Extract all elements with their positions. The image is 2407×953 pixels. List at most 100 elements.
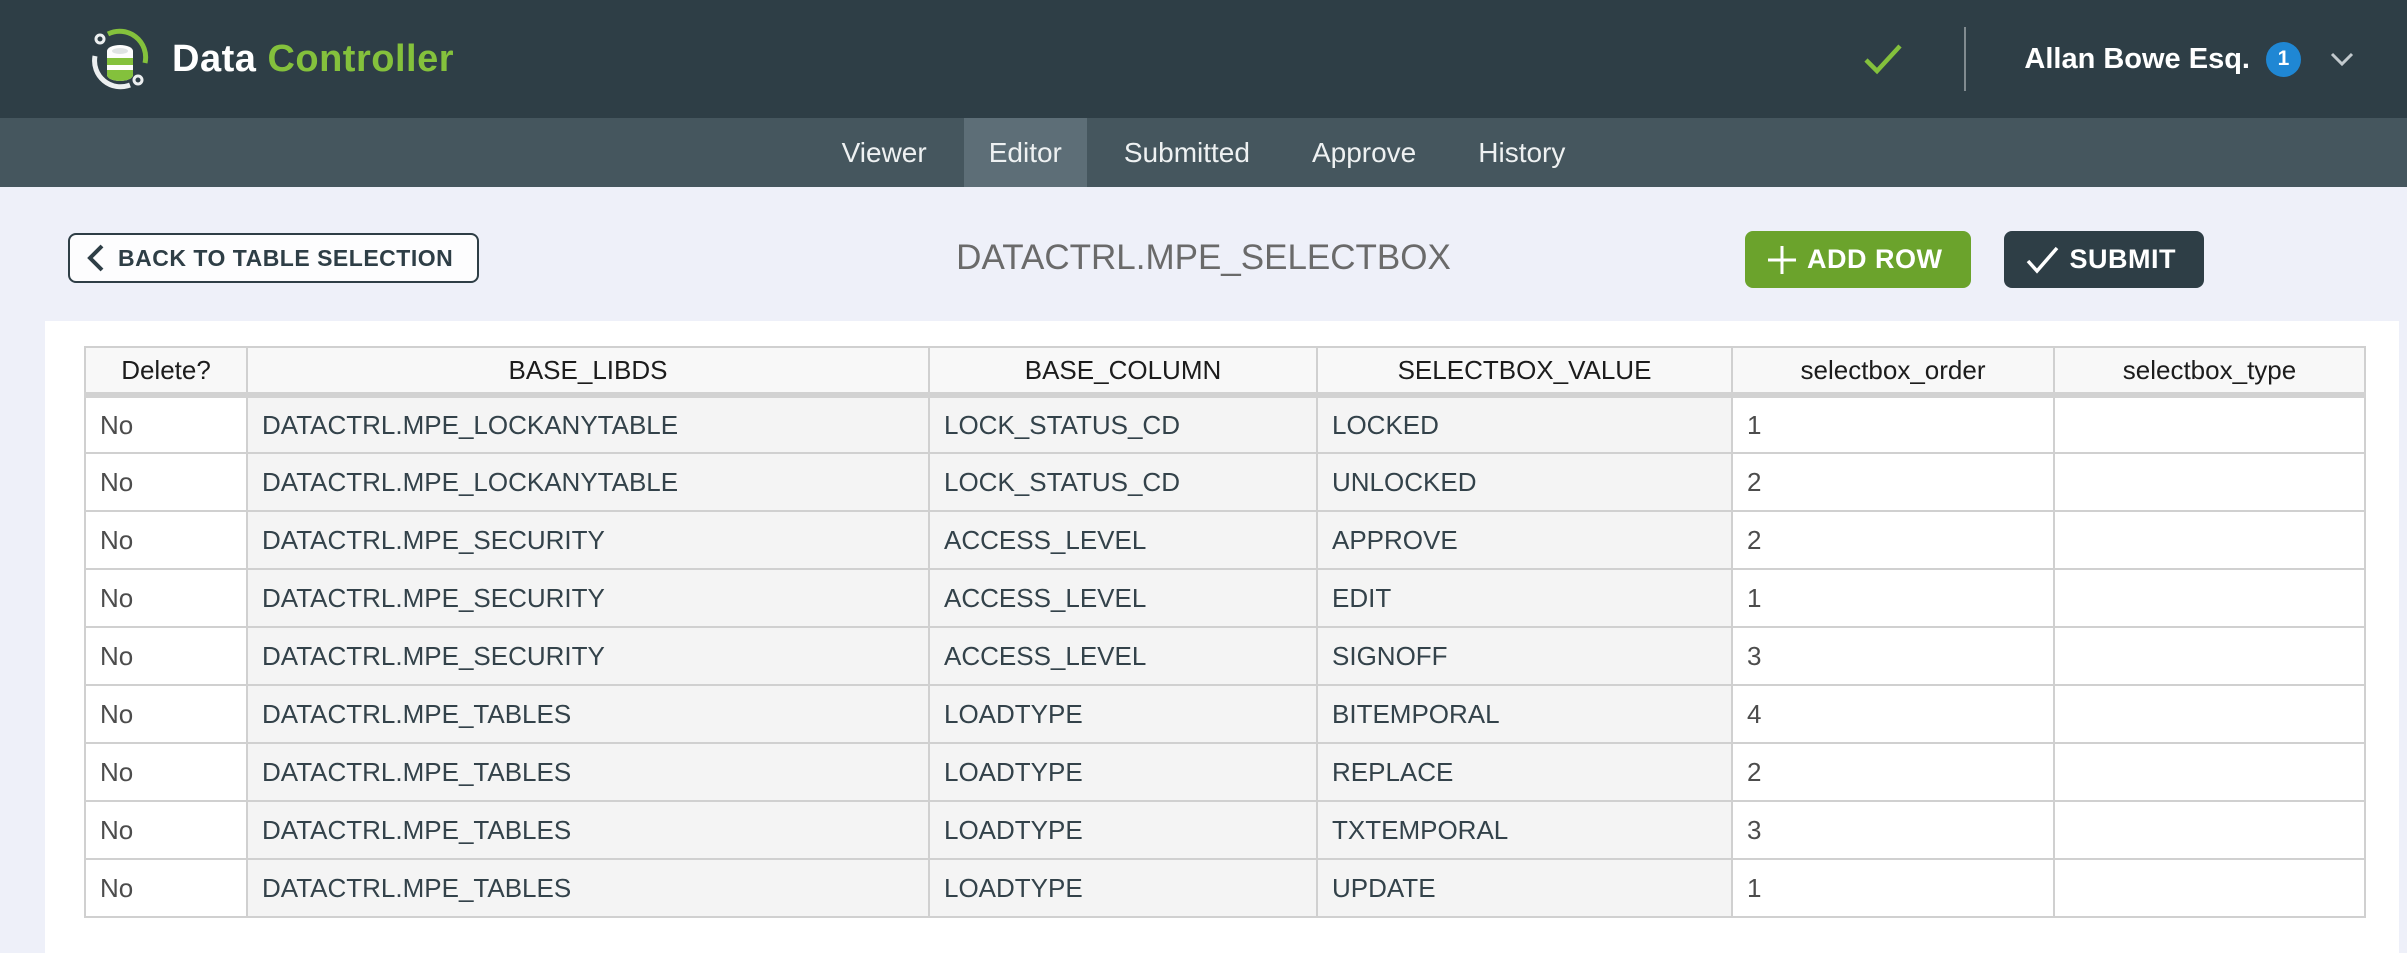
cell-delete[interactable]: No (85, 685, 247, 743)
cell-selectbox-value[interactable]: SIGNOFF (1317, 627, 1732, 685)
table-row: No DATACTRL.MPE_SECURITY ACCESS_LEVEL SI… (85, 627, 2365, 685)
cell-selectbox-value[interactable]: BITEMPORAL (1317, 685, 1732, 743)
nav-bar: Viewer Editor Submitted Approve History (0, 118, 2407, 187)
brand-name: Data Controller (172, 38, 454, 81)
cell-selectbox-order[interactable]: 1 (1732, 569, 2054, 627)
cell-delete[interactable]: No (85, 569, 247, 627)
cell-delete[interactable]: No (85, 743, 247, 801)
status-check-icon (1860, 41, 1906, 77)
cell-delete[interactable]: No (85, 859, 247, 917)
tab-viewer[interactable]: Viewer (817, 118, 952, 187)
header-right: Allan Bowe Esq. 1 (1860, 27, 2355, 91)
back-to-table-selection-button[interactable]: BACK TO TABLE SELECTION (68, 233, 479, 283)
cell-base-libds[interactable]: DATACTRL.MPE_SECURITY (247, 511, 929, 569)
cell-selectbox-order[interactable]: 2 (1732, 743, 2054, 801)
cell-base-libds[interactable]: DATACTRL.MPE_LOCKANYTABLE (247, 395, 929, 453)
tab-history[interactable]: History (1453, 118, 1590, 187)
tab-submitted[interactable]: Submitted (1099, 118, 1275, 187)
column-header-base-column: BASE_COLUMN (929, 347, 1317, 395)
action-buttons: ADD ROW SUBMIT (1745, 231, 2204, 288)
cell-base-libds[interactable]: DATACTRL.MPE_TABLES (247, 743, 929, 801)
cell-base-column[interactable]: LOADTYPE (929, 801, 1317, 859)
cell-base-libds[interactable]: DATACTRL.MPE_SECURITY (247, 627, 929, 685)
plus-icon (1765, 243, 1799, 277)
cell-selectbox-order[interactable]: 1 (1732, 395, 2054, 453)
cell-selectbox-value[interactable]: TXTEMPORAL (1317, 801, 1732, 859)
chevron-left-icon (86, 243, 106, 273)
cell-selectbox-type[interactable] (2054, 801, 2365, 859)
cell-base-libds[interactable]: DATACTRL.MPE_TABLES (247, 801, 929, 859)
brand-logo[interactable]: Data Controller (88, 27, 454, 91)
data-grid: Delete? BASE_LIBDS BASE_COLUMN SELECTBOX… (84, 346, 2366, 918)
cell-selectbox-type[interactable] (2054, 511, 2365, 569)
cell-selectbox-type[interactable] (2054, 627, 2365, 685)
submit-button[interactable]: SUBMIT (2004, 231, 2205, 288)
app-header: Data Controller Allan Bowe Esq. 1 (0, 0, 2407, 118)
cell-selectbox-type[interactable] (2054, 395, 2365, 453)
column-header-selectbox-order: selectbox_order (1732, 347, 2054, 395)
add-row-label: ADD ROW (1807, 244, 1942, 275)
cell-selectbox-type[interactable] (2054, 685, 2365, 743)
cell-selectbox-type[interactable] (2054, 859, 2365, 917)
table-row: No DATACTRL.MPE_TABLES LOADTYPE REPLACE … (85, 743, 2365, 801)
cell-selectbox-value[interactable]: APPROVE (1317, 511, 1732, 569)
cell-selectbox-order[interactable]: 4 (1732, 685, 2054, 743)
cell-base-column[interactable]: LOCK_STATUS_CD (929, 395, 1317, 453)
header-row: Delete? BASE_LIBDS BASE_COLUMN SELECTBOX… (85, 347, 2365, 395)
column-header-delete: Delete? (85, 347, 247, 395)
cell-base-column[interactable]: LOADTYPE (929, 859, 1317, 917)
cell-base-column[interactable]: LOADTYPE (929, 743, 1317, 801)
cell-base-libds[interactable]: DATACTRL.MPE_TABLES (247, 859, 929, 917)
cell-delete[interactable]: No (85, 453, 247, 511)
add-row-button[interactable]: ADD ROW (1745, 231, 1970, 288)
cell-base-column[interactable]: ACCESS_LEVEL (929, 511, 1317, 569)
cell-selectbox-order[interactable]: 1 (1732, 859, 2054, 917)
tab-approve[interactable]: Approve (1287, 118, 1441, 187)
table-row: No DATACTRL.MPE_SECURITY ACCESS_LEVEL AP… (85, 511, 2365, 569)
tab-editor[interactable]: Editor (964, 118, 1087, 187)
table-body: No DATACTRL.MPE_LOCKANYTABLE LOCK_STATUS… (85, 395, 2365, 917)
column-header-base-libds: BASE_LIBDS (247, 347, 929, 395)
cell-base-libds[interactable]: DATACTRL.MPE_LOCKANYTABLE (247, 453, 929, 511)
table-row: No DATACTRL.MPE_SECURITY ACCESS_LEVEL ED… (85, 569, 2365, 627)
cell-delete[interactable]: No (85, 395, 247, 453)
table-row: No DATACTRL.MPE_LOCKANYTABLE LOCK_STATUS… (85, 395, 2365, 453)
cell-base-column[interactable]: LOCK_STATUS_CD (929, 453, 1317, 511)
table-row: No DATACTRL.MPE_TABLES LOADTYPE UPDATE 1 (85, 859, 2365, 917)
cell-base-column[interactable]: ACCESS_LEVEL (929, 569, 1317, 627)
cell-selectbox-value[interactable]: REPLACE (1317, 743, 1732, 801)
chevron-down-icon (2329, 51, 2355, 67)
cell-selectbox-order[interactable]: 3 (1732, 627, 2054, 685)
user-badge: 1 (2266, 42, 2301, 77)
table-panel: Delete? BASE_LIBDS BASE_COLUMN SELECTBOX… (45, 321, 2399, 953)
cell-base-column[interactable]: ACCESS_LEVEL (929, 627, 1317, 685)
cell-delete[interactable]: No (85, 627, 247, 685)
cell-selectbox-order[interactable]: 2 (1732, 453, 2054, 511)
cell-selectbox-value[interactable]: UNLOCKED (1317, 453, 1732, 511)
column-header-selectbox-type: selectbox_type (2054, 347, 2365, 395)
cell-base-column[interactable]: LOADTYPE (929, 685, 1317, 743)
table-row: No DATACTRL.MPE_TABLES LOADTYPE BITEMPOR… (85, 685, 2365, 743)
cell-selectbox-value[interactable]: UPDATE (1317, 859, 1732, 917)
cell-selectbox-value[interactable]: EDIT (1317, 569, 1732, 627)
cell-base-libds[interactable]: DATACTRL.MPE_TABLES (247, 685, 929, 743)
cell-selectbox-value[interactable]: LOCKED (1317, 395, 1732, 453)
cell-selectbox-order[interactable]: 3 (1732, 801, 2054, 859)
cell-selectbox-order[interactable]: 2 (1732, 511, 2054, 569)
cell-delete[interactable]: No (85, 801, 247, 859)
column-header-selectbox-value: SELECTBOX_VALUE (1317, 347, 1732, 395)
cell-base-libds[interactable]: DATACTRL.MPE_SECURITY (247, 569, 929, 627)
cell-delete[interactable]: No (85, 511, 247, 569)
header-divider (1964, 27, 1966, 91)
cell-selectbox-type[interactable] (2054, 569, 2365, 627)
content-area: DATACTRL.MPE_SELECTBOX BACK TO TABLE SEL… (0, 187, 2407, 953)
table-row: No DATACTRL.MPE_TABLES LOADTYPE TXTEMPOR… (85, 801, 2365, 859)
database-sync-icon (88, 27, 152, 91)
cell-selectbox-type[interactable] (2054, 453, 2365, 511)
check-icon (2024, 245, 2062, 275)
submit-label: SUBMIT (2070, 244, 2177, 275)
cell-selectbox-type[interactable] (2054, 743, 2365, 801)
user-menu[interactable]: Allan Bowe Esq. 1 (2024, 42, 2355, 77)
back-button-label: BACK TO TABLE SELECTION (118, 245, 453, 272)
user-name: Allan Bowe Esq. (2024, 43, 2250, 76)
